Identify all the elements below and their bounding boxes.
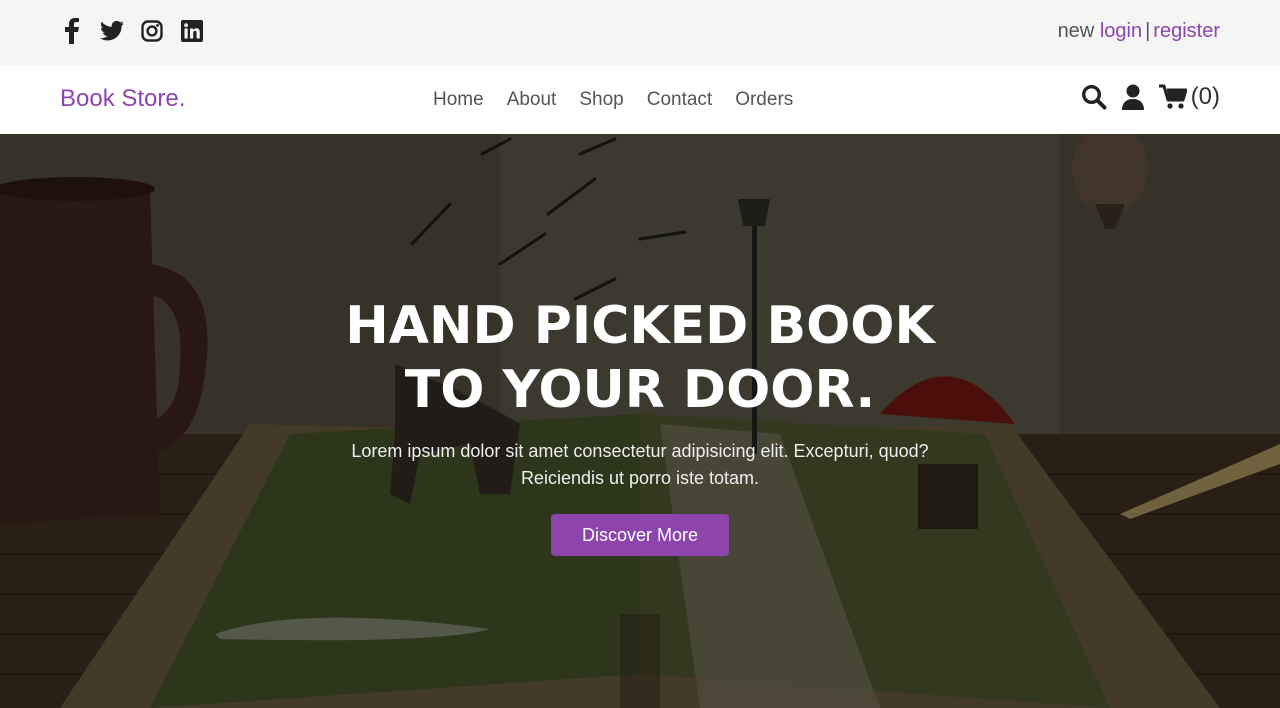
nav-home[interactable]: Home bbox=[433, 89, 484, 111]
hero-text: Lorem ipsum dolor sit amet consectetur a… bbox=[351, 441, 929, 488]
nav-shop[interactable]: Shop bbox=[579, 89, 623, 111]
instagram-icon[interactable] bbox=[140, 18, 164, 44]
cart-icon bbox=[1158, 84, 1187, 109]
nav-about[interactable]: About bbox=[507, 89, 557, 111]
social-links bbox=[60, 18, 204, 44]
cart-button[interactable]: (0) bbox=[1158, 83, 1220, 111]
facebook-icon[interactable] bbox=[60, 18, 84, 44]
hero-title-line2: TO YOUR DOOR. bbox=[404, 360, 876, 420]
header: Book Store. Home About Shop Contact Orde… bbox=[0, 65, 1280, 134]
hero-section: HAND PICKED BOOK TO YOUR DOOR. Lorem ips… bbox=[0, 134, 1280, 708]
hero-content: HAND PICKED BOOK TO YOUR DOOR. Lorem ips… bbox=[0, 294, 1280, 556]
discover-more-button[interactable]: Discover More bbox=[551, 514, 729, 556]
linkedin-icon[interactable] bbox=[180, 18, 204, 44]
twitter-icon[interactable] bbox=[100, 18, 124, 44]
register-link[interactable]: register bbox=[1153, 20, 1220, 42]
auth-separator: | bbox=[1145, 20, 1151, 42]
user-icon[interactable] bbox=[1121, 84, 1145, 110]
search-icon[interactable] bbox=[1081, 84, 1107, 110]
cart-count: (0) bbox=[1190, 83, 1220, 110]
nav-contact[interactable]: Contact bbox=[647, 89, 712, 111]
auth-links: new login | register bbox=[1058, 20, 1220, 43]
auth-prefix: new bbox=[1057, 20, 1095, 42]
logo[interactable]: Book Store. bbox=[60, 85, 185, 113]
hero-title-line1: HAND PICKED BOOK bbox=[345, 296, 935, 356]
main-nav: Home About Shop Contact Orders bbox=[433, 89, 816, 111]
top-bar: new login | register bbox=[0, 0, 1280, 65]
login-link[interactable]: login bbox=[1100, 20, 1142, 42]
hero-title: HAND PICKED BOOK TO YOUR DOOR. bbox=[0, 294, 1280, 422]
header-icons: (0) bbox=[1081, 83, 1220, 111]
nav-orders[interactable]: Orders bbox=[735, 89, 793, 111]
